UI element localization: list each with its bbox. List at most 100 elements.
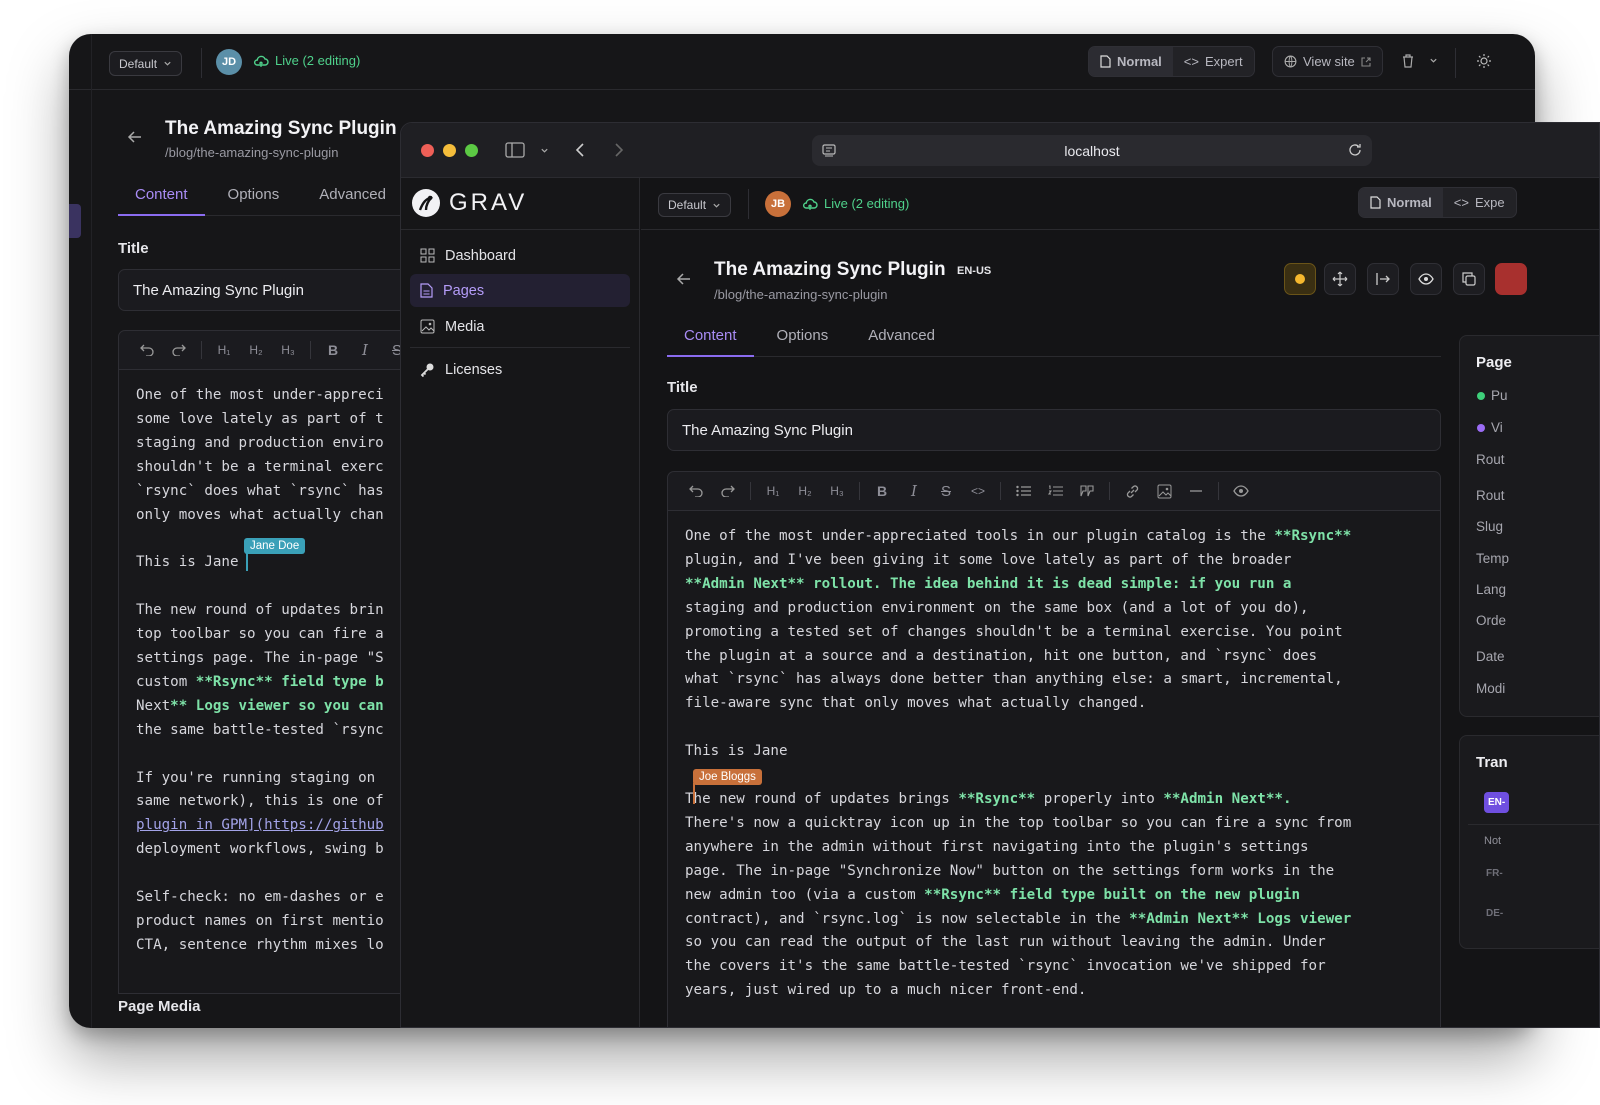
toolbar-divider <box>748 189 749 219</box>
sidebar-item-pages[interactable]: Pages <box>410 274 630 307</box>
mode-normal-button[interactable]: Normal <box>1089 47 1173 76</box>
editor-line: This is Jane <box>685 743 788 760</box>
code-icon: <> <box>1453 195 1469 210</box>
language-select[interactable]: Default <box>658 193 732 217</box>
sidebar-item-dashboard[interactable]: Dashboard <box>410 239 630 272</box>
tab-advanced[interactable]: Advanced <box>319 186 386 215</box>
site-settings-icon[interactable] <box>822 143 836 157</box>
italic-icon[interactable]: I <box>898 477 930 505</box>
bullet-list-icon[interactable] <box>1007 477 1039 505</box>
avatar[interactable]: JD <box>216 49 242 75</box>
markdown-editor[interactable]: One of the most under-appreciated tools … <box>667 511 1441 1027</box>
published-dot <box>1477 392 1485 400</box>
link-icon[interactable] <box>1116 477 1148 505</box>
back-arrow-icon[interactable] <box>127 130 143 144</box>
translation-fr[interactable]: FR- <box>1486 868 1503 879</box>
view-site-button[interactable]: View site <box>1272 46 1383 77</box>
copy-button[interactable] <box>1453 263 1485 295</box>
tab-options[interactable]: Options <box>777 327 829 356</box>
quote-icon[interactable] <box>1071 477 1103 505</box>
tab-advanced[interactable]: Advanced <box>868 327 935 356</box>
editor-line: the plugin at a source and a destination… <box>685 647 1318 664</box>
toolbar-separator <box>310 341 311 359</box>
close-window-button[interactable] <box>421 144 434 157</box>
back-language-select[interactable]: Default <box>109 51 183 76</box>
preview-button[interactable] <box>1410 263 1442 295</box>
mode-switch[interactable]: Normal <> Expe <box>1358 187 1517 218</box>
current-language-badge[interactable]: EN- <box>1484 792 1510 813</box>
heading2-icon[interactable]: H₂ <box>789 477 821 505</box>
mode-normal-label: Normal <box>1387 195 1432 210</box>
back-markdown-editor[interactable]: One of the most under-appreci some love l… <box>118 370 418 994</box>
editor-line: same network), this is one of <box>136 793 384 810</box>
redo-icon[interactable] <box>712 477 744 505</box>
live-status[interactable]: Live (2 editing) <box>253 53 360 68</box>
reload-icon[interactable] <box>1348 143 1362 157</box>
back-mode-switch[interactable]: Normal <> Expert <box>1088 46 1255 77</box>
chevron-down-icon[interactable] <box>1429 56 1438 65</box>
sidebar-toggle-icon[interactable] <box>505 142 525 158</box>
heading1-icon[interactable]: H₁ <box>757 477 789 505</box>
image-icon[interactable] <box>1148 477 1180 505</box>
grav-brand-text: GRAV <box>449 189 528 216</box>
live-status[interactable]: Live (2 editing) <box>802 196 909 211</box>
globe-icon <box>1284 55 1297 68</box>
status-indicator-button[interactable] <box>1284 263 1316 295</box>
strikethrough-icon[interactable]: S <box>930 477 962 505</box>
maximize-window-button[interactable] <box>465 144 478 157</box>
redo-icon[interactable] <box>163 336 195 364</box>
italic-icon[interactable]: I <box>349 336 381 364</box>
editor-line: anywhere in the admin without first navi… <box>685 838 1309 855</box>
back-arrow-icon[interactable] <box>676 272 692 286</box>
tab-content[interactable]: Content <box>667 327 753 357</box>
editor-line: Next** Logs viewer so you can <box>136 697 384 714</box>
browser-forward-icon[interactable] <box>614 142 624 158</box>
editor-line: top toolbar so you can fire a <box>136 626 384 643</box>
mode-expert-button[interactable]: <> Expe <box>1443 188 1516 217</box>
browser-back-icon[interactable] <box>575 142 585 158</box>
editor-line: If you're running staging on <box>136 769 376 786</box>
minimize-window-button[interactable] <box>443 144 456 157</box>
tab-options[interactable]: Options <box>228 186 280 215</box>
delete-button[interactable] <box>1495 263 1527 295</box>
move-button[interactable] <box>1324 263 1356 295</box>
translation-de[interactable]: DE- <box>1486 908 1503 919</box>
dashboard-icon <box>420 248 435 263</box>
bold-icon[interactable]: B <box>866 477 898 505</box>
eye-icon <box>1418 273 1434 285</box>
chevron-down-icon[interactable] <box>540 146 549 155</box>
sidebar-item-licenses[interactable]: Licenses <box>410 353 630 386</box>
code-icon[interactable]: <> <box>962 477 994 505</box>
cursor-label-joe: Joe Bloggs <box>693 769 762 785</box>
bold-icon[interactable]: B <box>317 336 349 364</box>
editor-line: The new round of updates brings **Rsync*… <box>685 790 1292 807</box>
heading2-icon[interactable]: H₂ <box>240 336 272 364</box>
tab-content[interactable]: Content <box>118 186 204 216</box>
grav-logo[interactable]: GRAV <box>411 188 527 218</box>
heading3-icon[interactable]: H₃ <box>821 477 853 505</box>
title-input[interactable]: The Amazing Sync Plugin <box>667 409 1441 451</box>
jump-to-button[interactable] <box>1367 263 1399 295</box>
ordered-list-icon[interactable] <box>1039 477 1071 505</box>
address-bar[interactable]: localhost <box>812 135 1372 166</box>
undo-icon[interactable] <box>680 477 712 505</box>
cursor-caret-jane <box>246 551 248 571</box>
heading1-icon[interactable]: H₁ <box>208 336 240 364</box>
editor-line: The new round of updates brin <box>136 602 384 619</box>
mode-normal-button[interactable]: Normal <box>1359 188 1443 217</box>
language-label: Lang <box>1476 582 1507 597</box>
preview-eye-icon[interactable] <box>1225 477 1257 505</box>
avatar[interactable]: JB <box>765 191 791 217</box>
date-label: Date <box>1476 649 1505 664</box>
trash-icon[interactable] <box>1401 53 1415 68</box>
sidebar-item-media[interactable]: Media <box>410 310 630 343</box>
chevron-down-icon <box>163 59 172 68</box>
page-media-heading: Page Media <box>118 998 201 1015</box>
theme-sun-icon[interactable] <box>1476 53 1492 69</box>
editor-line: only moves what actually chan <box>136 506 384 523</box>
undo-icon[interactable] <box>131 336 163 364</box>
heading3-icon[interactable]: H₃ <box>272 336 304 364</box>
horizontal-rule-icon[interactable] <box>1180 477 1212 505</box>
back-title-input[interactable]: The Amazing Sync Plugin <box>118 269 418 311</box>
mode-expert-button[interactable]: <> Expert <box>1173 47 1254 76</box>
